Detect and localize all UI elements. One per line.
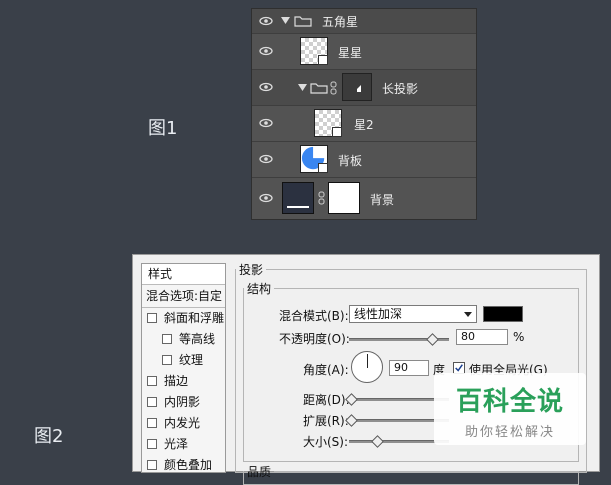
- link-chain-icon: [330, 81, 337, 95]
- smart-object-icon: [318, 55, 328, 65]
- watermark-title: 百科全说: [455, 387, 564, 417]
- smart-object-icon: [318, 163, 328, 173]
- chevron-down-icon: [464, 312, 472, 317]
- style-item-label: 颜色叠加: [164, 458, 213, 472]
- style-item-bevel-emboss[interactable]: 斜面和浮雕: [142, 308, 225, 329]
- angle-input[interactable]: 90: [389, 360, 429, 376]
- figure-label-1: 图1: [148, 118, 178, 139]
- blending-options-item[interactable]: 混合选项:自定: [142, 285, 225, 308]
- visibility-eye-icon[interactable]: [258, 43, 274, 59]
- structure-title: 结构: [247, 282, 272, 296]
- visibility-eye-icon[interactable]: [258, 13, 274, 29]
- layer-row-stars[interactable]: 星星: [252, 33, 476, 69]
- layer-row-background[interactable]: 背景: [252, 177, 476, 219]
- shadow-color-swatch[interactable]: [483, 306, 523, 322]
- layer-name: 星2: [354, 118, 374, 132]
- style-item-stroke[interactable]: 描边: [142, 371, 225, 392]
- angle-dial[interactable]: [351, 351, 383, 383]
- distance-label: 距离(D):: [303, 393, 350, 407]
- bevel-emboss-checkbox[interactable]: [147, 313, 157, 323]
- expand-arrow-icon[interactable]: [281, 17, 290, 25]
- layer-name: 星星: [338, 46, 363, 60]
- style-item-label: 等高线: [179, 332, 216, 346]
- style-item-satin[interactable]: 光泽: [142, 434, 225, 455]
- group-mask-thumbnail: [342, 73, 372, 101]
- texture-checkbox[interactable]: [162, 355, 172, 365]
- mask-shape-icon: [357, 85, 361, 92]
- angle-needle: [367, 354, 368, 368]
- watermark-subtitle: 助你轻松解决: [464, 425, 555, 440]
- expand-arrow-icon[interactable]: [298, 84, 307, 92]
- layers-panel: 五角星 星星 长投影 星2 背板 背景: [251, 8, 477, 220]
- layer-row-backboard[interactable]: 背板: [252, 141, 476, 177]
- style-item-texture[interactable]: 纹理: [142, 350, 225, 371]
- style-item-label: 内阴影: [164, 395, 201, 409]
- contour-checkbox[interactable]: [162, 334, 172, 344]
- layer-name: 五角星: [322, 15, 359, 29]
- adjustment-bar: [287, 206, 309, 208]
- quality-group: 品质: [243, 463, 579, 485]
- opacity-input[interactable]: 80: [456, 329, 508, 345]
- styles-header[interactable]: 样式: [142, 264, 225, 285]
- style-item-label: 斜面和浮雕: [164, 311, 225, 325]
- folder-icon: [310, 83, 328, 94]
- style-item-inner-glow[interactable]: 内发光: [142, 413, 225, 434]
- spread-label: 扩展(R):: [303, 414, 349, 428]
- layer-name: 背板: [338, 154, 363, 168]
- styles-list: 样式 混合选项:自定 斜面和浮雕 等高线 纹理 描边 内阴影 内发光 光泽 颜色…: [141, 263, 226, 473]
- opacity-unit: %: [513, 330, 525, 344]
- layer-name: 背景: [370, 193, 395, 207]
- inner-shadow-checkbox[interactable]: [147, 397, 157, 407]
- layer-name: 长投影: [382, 82, 419, 96]
- style-item-color-overlay[interactable]: 颜色叠加: [142, 455, 225, 476]
- inner-glow-checkbox[interactable]: [147, 418, 157, 428]
- layer-mask-thumbnail: [328, 182, 360, 214]
- layer-row-star2[interactable]: 星2: [252, 105, 476, 141]
- drop-shadow-title: 投影: [239, 263, 264, 277]
- adjustment-thumbnail: [282, 182, 314, 214]
- blend-mode-value: 线性加深: [354, 307, 403, 321]
- layer-row-group-star[interactable]: 五角星: [252, 9, 476, 33]
- style-item-inner-shadow[interactable]: 内阴影: [142, 392, 225, 413]
- visibility-eye-icon[interactable]: [258, 79, 274, 95]
- satin-checkbox[interactable]: [147, 439, 157, 449]
- style-item-label: 内发光: [164, 416, 201, 430]
- opacity-label: 不透明度(O):: [279, 332, 350, 346]
- color-overlay-checkbox[interactable]: [147, 460, 157, 470]
- style-item-label: 描边: [164, 374, 189, 388]
- visibility-eye-icon[interactable]: [258, 151, 274, 167]
- watermark: 百科全说 助你轻松解决: [434, 373, 586, 445]
- stroke-checkbox[interactable]: [147, 376, 157, 386]
- blend-mode-select[interactable]: 线性加深: [349, 305, 477, 323]
- style-item-label: 光泽: [164, 437, 189, 451]
- smart-object-icon: [332, 127, 342, 137]
- style-item-label: 纹理: [179, 353, 204, 367]
- style-item-contour[interactable]: 等高线: [142, 329, 225, 350]
- angle-label: 角度(A):: [303, 363, 349, 377]
- figure-label-2: 图2: [34, 426, 64, 447]
- folder-icon: [294, 16, 312, 27]
- layer-row-group-long-shadow[interactable]: 长投影: [252, 69, 476, 105]
- visibility-eye-icon[interactable]: [258, 190, 274, 206]
- checkmark-icon: [455, 364, 463, 372]
- visibility-eye-icon[interactable]: [258, 115, 274, 131]
- size-label: 大小(S):: [303, 435, 349, 449]
- link-chain-icon: [318, 191, 325, 205]
- blend-mode-label: 混合模式(B):: [279, 309, 349, 323]
